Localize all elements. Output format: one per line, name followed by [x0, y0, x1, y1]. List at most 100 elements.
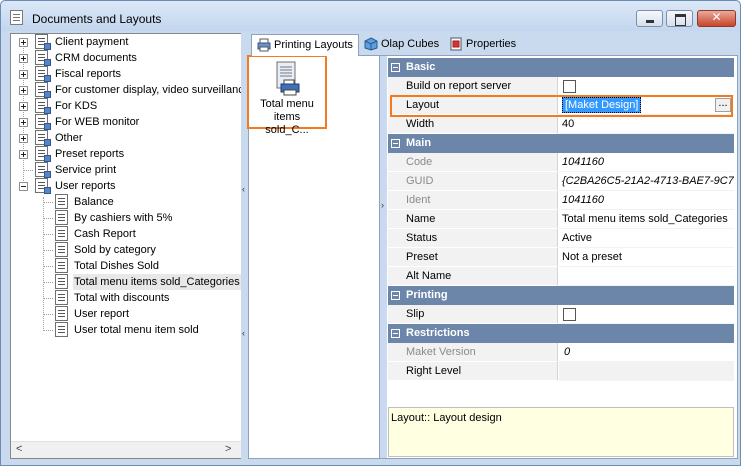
document-icon	[10, 10, 23, 25]
property-value[interactable]	[559, 362, 734, 381]
tree-item-label: Cash Report	[74, 228, 136, 240]
property-value: 0	[559, 343, 734, 362]
tree-item-label: For customer display, video surveillance	[55, 84, 242, 96]
property-value[interactable]	[559, 267, 734, 286]
expand-icon[interactable]	[19, 86, 28, 95]
tab-printing-layouts[interactable]: Printing Layouts	[251, 34, 359, 56]
property-value: 1041160	[559, 153, 734, 172]
property-name: Preset	[388, 248, 558, 267]
tree-item-label: Service print	[55, 164, 117, 176]
category-label: Restrictions	[406, 327, 470, 339]
folder-report-icon	[35, 34, 51, 50]
expand-icon[interactable]	[19, 70, 28, 79]
folder-report-icon	[35, 66, 51, 82]
panel-splitter[interactable]: ›	[379, 56, 387, 458]
expand-icon[interactable]	[19, 134, 28, 143]
build-on-server-checkbox[interactable]	[563, 80, 576, 93]
property-name: Alt Name	[388, 267, 558, 286]
property-value[interactable]	[559, 305, 734, 324]
expand-icon[interactable]	[19, 54, 28, 63]
property-value[interactable]	[559, 77, 734, 96]
report-icon	[55, 242, 68, 257]
tab-label: Printing Layouts	[274, 39, 353, 51]
property-row[interactable]: GUID {C2BA26C5-21A2-4713-BAE7-9C7	[388, 172, 734, 191]
tab-properties[interactable]: Properties	[444, 34, 524, 56]
category-basic[interactable]: Basic	[388, 58, 734, 77]
report-icon	[55, 290, 68, 305]
property-value[interactable]: 40	[559, 115, 734, 134]
tab-label: Properties	[466, 38, 517, 50]
expand-icon[interactable]	[19, 102, 28, 111]
tree-line	[43, 298, 53, 299]
tree-item-label: For KDS	[55, 100, 98, 112]
report-icon	[55, 226, 68, 241]
property-value[interactable]: Active	[559, 229, 734, 248]
tree-item-label: User reports	[55, 180, 116, 192]
maximize-button[interactable]	[666, 10, 693, 27]
horizontal-scrollbar[interactable]: < >	[11, 441, 241, 458]
layout-item[interactable]: Total menu items sold_C...	[247, 55, 327, 136]
tab-olap-cubes[interactable]: Olap Cubes	[359, 34, 444, 56]
property-row[interactable]: Width 40	[388, 115, 734, 134]
category-printing[interactable]: Printing	[388, 286, 734, 305]
collapse-icon[interactable]	[391, 291, 400, 300]
report-icon	[55, 306, 68, 321]
property-value[interactable]: Total menu items sold_Categories	[559, 210, 734, 229]
tree-item-label: CRM documents	[55, 52, 137, 64]
collapse-left-icon[interactable]: ‹	[242, 184, 245, 194]
tree-line	[43, 234, 53, 235]
layout-item-caption: Total menu items sold_C...	[260, 98, 314, 136]
tree-item-label: Total menu items sold_Categories	[73, 274, 241, 290]
expand-icon[interactable]	[19, 150, 28, 159]
property-row[interactable]: Preset Not a preset	[388, 248, 734, 267]
category-label: Basic	[406, 61, 436, 73]
property-row[interactable]: Slip	[388, 305, 734, 324]
property-name: Code	[388, 153, 558, 172]
tree-item-label: User total menu item sold	[74, 324, 199, 336]
category-main[interactable]: Main	[388, 134, 734, 153]
minimize-button[interactable]	[636, 10, 663, 27]
report-icon	[55, 274, 68, 289]
report-icon	[55, 210, 68, 225]
window-title: Documents and Layouts	[32, 12, 162, 26]
tree-item-label: Total Dishes Sold	[74, 260, 159, 272]
scroll-right-icon[interactable]: >	[225, 443, 231, 455]
folder-report-icon	[35, 98, 51, 114]
document-tree[interactable]: Client payment CRM documents Fiscal repo…	[10, 33, 242, 459]
property-value: {C2BA26C5-21A2-4713-BAE7-9C7	[559, 172, 734, 191]
property-name: Build on report server	[388, 77, 558, 96]
tab-label: Olap Cubes	[381, 38, 440, 50]
collapse-icon[interactable]	[391, 329, 400, 338]
property-row[interactable]: Status Active	[388, 229, 734, 248]
property-row[interactable]: Build on report server	[388, 77, 734, 96]
category-restrictions[interactable]: Restrictions	[388, 324, 734, 343]
property-row[interactable]: Alt Name	[388, 267, 734, 286]
property-name: Maket Version	[388, 343, 558, 362]
expand-icon[interactable]	[19, 38, 28, 47]
property-row[interactable]: Maket Version 0	[388, 343, 734, 362]
slip-checkbox[interactable]	[563, 308, 576, 321]
tree-line	[23, 170, 33, 171]
property-row[interactable]: Code 1041160	[388, 153, 734, 172]
property-row[interactable]: Ident 1041160	[388, 191, 734, 210]
collapse-right-icon[interactable]: ›	[381, 200, 384, 210]
property-value[interactable]: Not a preset	[559, 248, 734, 267]
collapse-icon[interactable]	[19, 182, 28, 191]
property-row[interactable]: Right Level	[388, 362, 734, 381]
close-button[interactable]: ✕	[697, 10, 736, 27]
printer-icon	[257, 38, 271, 52]
collapse-icon[interactable]	[391, 139, 400, 148]
report-icon	[55, 322, 68, 337]
scroll-left-icon[interactable]: <	[16, 443, 22, 455]
tree-line	[43, 330, 53, 331]
collapse-left-icon[interactable]: ‹	[242, 328, 245, 338]
collapse-icon[interactable]	[391, 63, 400, 72]
tree-item-label: Sold by category	[74, 244, 156, 256]
property-name: Right Level	[388, 362, 558, 381]
expand-icon[interactable]	[19, 118, 28, 127]
documents-layouts-window: Documents and Layouts ✕ Client payment C…	[0, 0, 741, 466]
report-icon	[55, 258, 68, 273]
folder-report-icon	[35, 50, 51, 66]
property-name: Ident	[388, 191, 558, 210]
property-row[interactable]: Name Total menu items sold_Categories	[388, 210, 734, 229]
